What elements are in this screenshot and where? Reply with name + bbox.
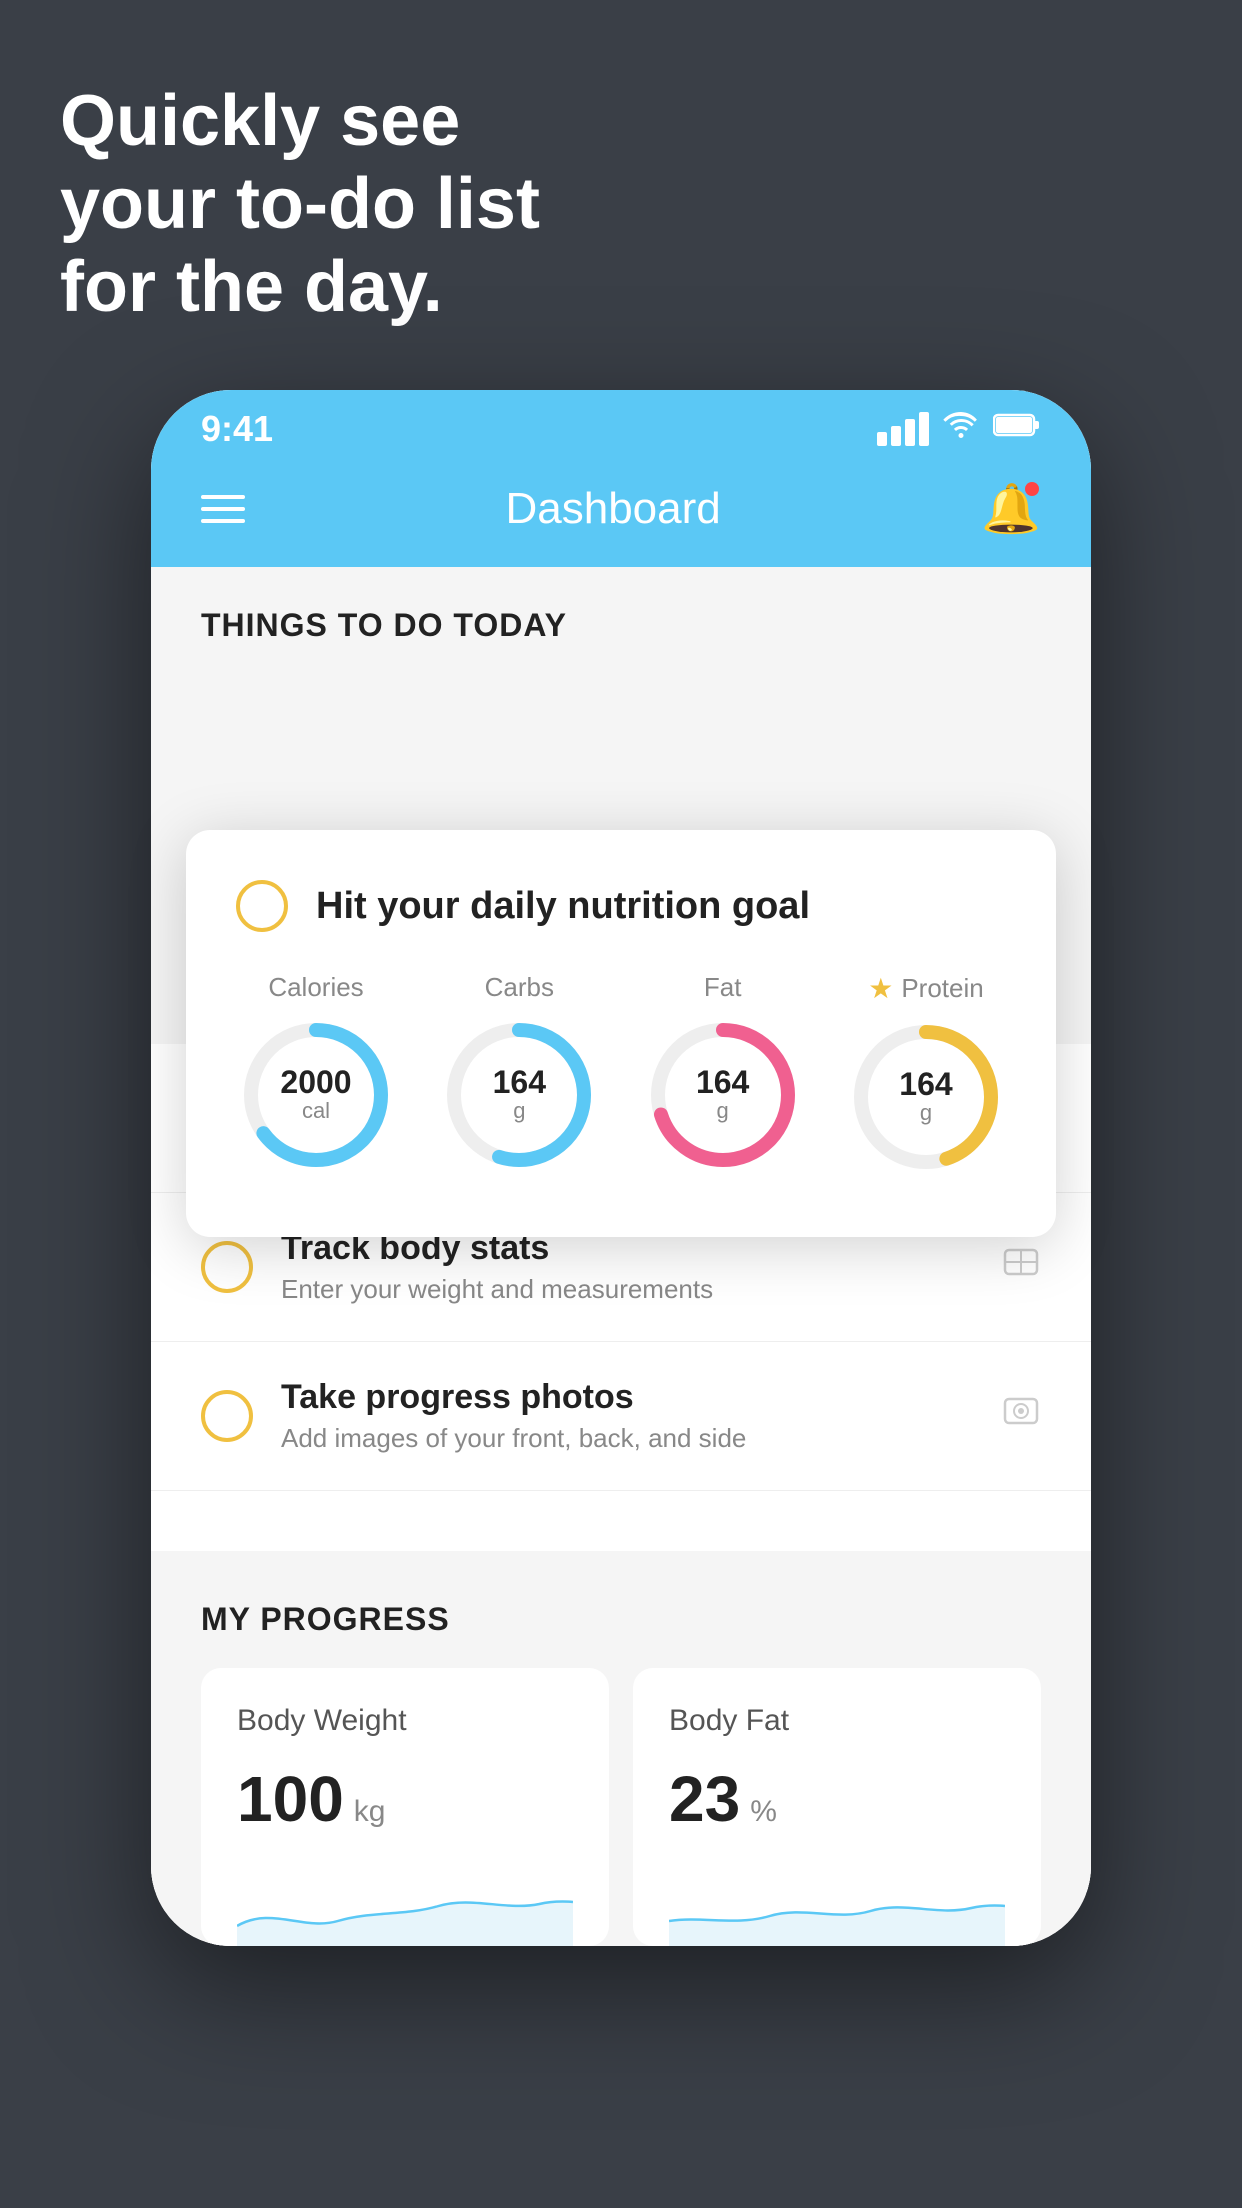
menu-icon[interactable] xyxy=(201,495,245,523)
protein-donut: 164 g xyxy=(846,1017,1006,1177)
nutrition-card: Hit your daily nutrition goal Calories 2… xyxy=(186,830,1056,1237)
progress-section: MY PROGRESS Body Weight 100 kg xyxy=(151,1551,1091,1946)
status-bar: 9:41 xyxy=(151,390,1091,460)
fat-value: 164 xyxy=(696,1066,749,1098)
star-icon: ★ xyxy=(868,972,893,1005)
app-header: Dashboard 🔔 xyxy=(151,460,1091,567)
progress-value-fat: 23 xyxy=(669,1762,740,1836)
protein-unit: g xyxy=(899,1100,952,1126)
weight-wave-chart xyxy=(237,1866,573,1946)
progress-card-title-weight: Body Weight xyxy=(237,1704,573,1738)
carbs-donut: 164 g xyxy=(439,1015,599,1175)
header-title: Dashboard xyxy=(505,484,720,534)
things-section-title: THINGS TO DO TODAY xyxy=(201,607,1041,644)
nutrition-checkbox[interactable] xyxy=(236,880,288,932)
calories-unit: cal xyxy=(280,1098,351,1124)
todo-checkbox-photos[interactable] xyxy=(201,1390,253,1442)
status-icons xyxy=(877,411,1041,447)
nutrition-fat: Fat 164 g xyxy=(643,972,803,1177)
battery-icon xyxy=(993,412,1041,446)
fat-unit: g xyxy=(696,1098,749,1124)
progress-card-body-weight[interactable]: Body Weight 100 kg xyxy=(201,1668,609,1946)
protein-label: Protein xyxy=(901,973,983,1004)
carbs-value-text: 164 g xyxy=(493,1066,546,1124)
hero-heading: Quickly see your to-do list for the day. xyxy=(60,80,540,328)
fat-label: Fat xyxy=(704,972,742,1003)
scale-icon xyxy=(1001,1242,1041,1292)
progress-card-body-fat[interactable]: Body Fat 23 % xyxy=(633,1668,1041,1946)
progress-cards: Body Weight 100 kg xyxy=(201,1668,1041,1946)
nutrition-calories: Calories 2000 cal xyxy=(236,972,396,1177)
protein-value-text: 164 g xyxy=(899,1068,952,1126)
hero-line1: Quickly see xyxy=(60,80,540,163)
card-header: Hit your daily nutrition goal xyxy=(236,880,1006,932)
carbs-value: 164 xyxy=(493,1066,546,1098)
progress-unit-weight: kg xyxy=(354,1795,386,1829)
todo-content-body-stats: Track body stats Enter your weight and m… xyxy=(281,1229,973,1305)
signal-bars-icon xyxy=(877,412,929,446)
progress-title: MY PROGRESS xyxy=(201,1601,1041,1638)
progress-value-row-fat: 23 % xyxy=(669,1762,1005,1836)
carbs-label: Carbs xyxy=(485,972,554,1003)
progress-value-row-weight: 100 kg xyxy=(237,1762,573,1836)
nutrition-carbs: Carbs 164 g xyxy=(439,972,599,1177)
fat-wave-chart xyxy=(669,1866,1005,1946)
progress-value-weight: 100 xyxy=(237,1762,344,1836)
things-section: THINGS TO DO TODAY xyxy=(151,567,1091,664)
calories-value: 2000 xyxy=(280,1066,351,1098)
nutrition-card-title: Hit your daily nutrition goal xyxy=(316,885,810,928)
nutrition-protein: ★ Protein 164 g xyxy=(846,972,1006,1177)
wifi-icon xyxy=(943,411,979,447)
protein-value: 164 xyxy=(899,1068,952,1100)
carbs-unit: g xyxy=(493,1098,546,1124)
calories-label: Calories xyxy=(268,972,363,1003)
todo-subtitle-photos: Add images of your front, back, and side xyxy=(281,1423,973,1454)
progress-unit-fat: % xyxy=(750,1795,777,1829)
fat-value-text: 164 g xyxy=(696,1066,749,1124)
protein-label-wrapper: ★ Protein xyxy=(868,972,984,1005)
status-time: 9:41 xyxy=(201,408,273,450)
todo-content-photos: Take progress photos Add images of your … xyxy=(281,1378,973,1454)
hero-line3: for the day. xyxy=(60,246,540,329)
hero-line2: your to-do list xyxy=(60,163,540,246)
notification-bell[interactable]: 🔔 xyxy=(981,480,1041,537)
todo-checkbox-body-stats[interactable] xyxy=(201,1241,253,1293)
todo-item-photos[interactable]: Take progress photos Add images of your … xyxy=(151,1342,1091,1491)
progress-card-title-fat: Body Fat xyxy=(669,1704,1005,1738)
nutrition-grid: Calories 2000 cal Carbs xyxy=(236,972,1006,1177)
todo-subtitle-body-stats: Enter your weight and measurements xyxy=(281,1274,973,1305)
todo-title-photos: Take progress photos xyxy=(281,1378,973,1417)
notification-dot xyxy=(1025,482,1039,496)
calories-value-text: 2000 cal xyxy=(280,1066,351,1124)
photo-icon xyxy=(1001,1391,1041,1441)
fat-donut: 164 g xyxy=(643,1015,803,1175)
calories-donut: 2000 cal xyxy=(236,1015,396,1175)
